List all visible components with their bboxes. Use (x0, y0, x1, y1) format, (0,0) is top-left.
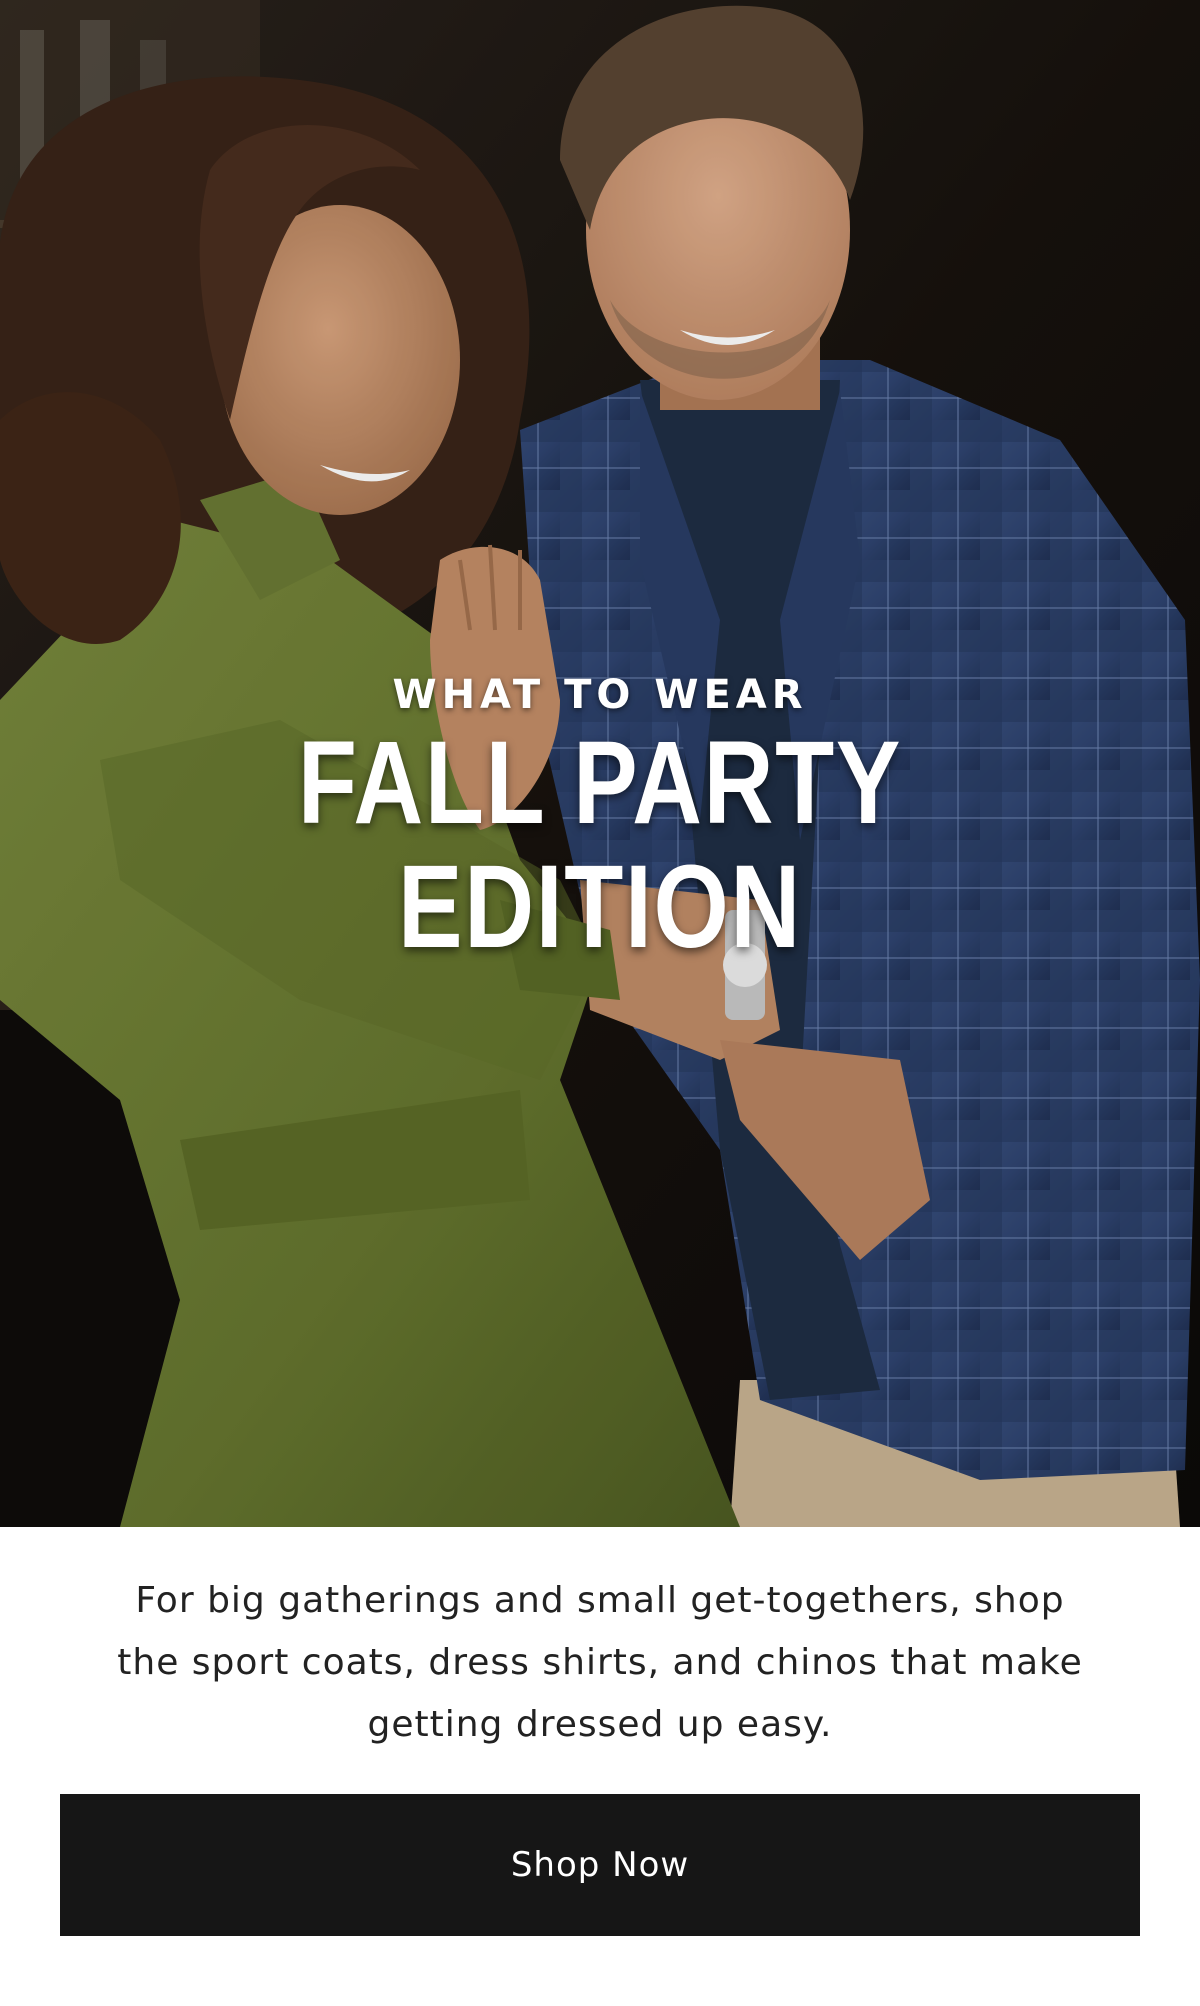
hero-banner[interactable]: WHAT TO WEAR FALL PARTY EDITION (0, 0, 1200, 1527)
hero-headline: FALL PARTY EDITION (297, 717, 903, 973)
hero-eyebrow: WHAT TO WEAR (392, 672, 808, 718)
shop-now-label: Shop Now (510, 1845, 690, 1885)
promo-description: For big gatherings and small get-togethe… (117, 1580, 1083, 1745)
shop-now-button[interactable]: Shop Now (60, 1794, 1140, 1936)
